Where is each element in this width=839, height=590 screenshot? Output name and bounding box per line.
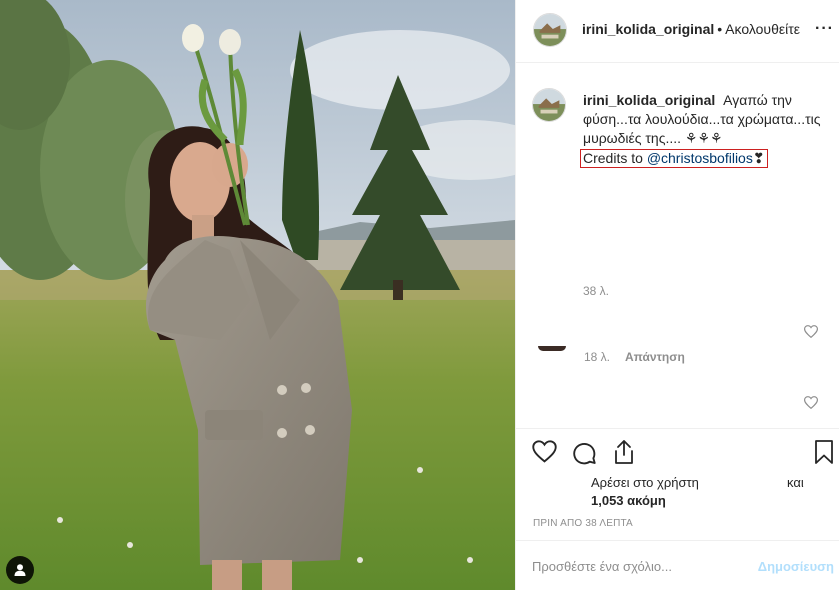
credits-prefix: Credits to <box>583 150 647 166</box>
post-comment-button[interactable]: Δημοσίευση <box>758 559 834 574</box>
comment-input[interactable] <box>532 553 752 579</box>
post-side-panel: irini_kolida_original • Ακολουθείτε ··· ir… <box>515 0 839 590</box>
comment-like-heart-icon-2[interactable] <box>803 396 819 412</box>
separator-dot: • <box>717 21 723 37</box>
share-icon <box>615 440 633 464</box>
comment-button[interactable] <box>572 440 597 468</box>
bookmark-icon <box>815 440 833 464</box>
comment-avatar[interactable] <box>538 346 566 351</box>
caption-text: irini_kolida_original Αγαπώ την φύση...τ… <box>580 91 831 168</box>
avatar-image <box>533 89 565 121</box>
user-tag-icon <box>14 564 26 576</box>
mention-link[interactable]: @christosbofilios <box>647 150 753 166</box>
likes-count-link[interactable]: 1,053 ακόμη <box>591 493 666 508</box>
photo-woman-with-tulips <box>0 0 515 590</box>
comment-like-heart-icon[interactable] <box>803 325 819 341</box>
like-button[interactable] <box>532 440 557 466</box>
avatar-image <box>534 14 566 46</box>
reply-button[interactable]: Απάντηση <box>625 350 685 364</box>
post-actions: Αρέσει στο χρήστη και 1,053 ακόμη ΠΡΙΝ Α… <box>516 428 839 540</box>
post-timestamp[interactable]: ΠΡΙΝ ΑΠΟ 38 ΛΕΠΤΑ <box>533 518 633 529</box>
caption-time[interactable]: 38 λ. <box>583 284 609 298</box>
more-options-icon[interactable]: ··· <box>815 20 834 38</box>
comment-icon <box>573 442 596 465</box>
post-header: irini_kolida_original • Ακολουθείτε ··· <box>516 0 839 63</box>
user-tag-button[interactable] <box>6 556 34 584</box>
header-line: irini_kolida_original • Ακολουθείτε <box>582 21 800 37</box>
heart-emoji: ❣ <box>752 150 765 166</box>
post-photo[interactable] <box>0 0 515 590</box>
comment-time[interactable]: 18 λ. <box>584 350 610 364</box>
share-button[interactable] <box>612 439 636 468</box>
username-link[interactable]: irini_kolida_original <box>582 21 714 37</box>
following-button[interactable]: Ακολουθείτε <box>725 21 800 37</box>
credits-highlight: Credits to @christosbofilios❣ <box>580 149 768 168</box>
caption-username-link[interactable]: irini_kolida_original <box>583 92 715 108</box>
heart-icon <box>532 440 557 463</box>
save-button[interactable] <box>814 439 834 468</box>
avatar[interactable] <box>533 13 567 47</box>
caption-avatar[interactable] <box>532 88 566 122</box>
likes-and: και <box>787 475 804 490</box>
comment-bar: Δημοσίευση <box>516 540 839 590</box>
likes-text: Αρέσει στο χρήστη <box>591 475 699 490</box>
